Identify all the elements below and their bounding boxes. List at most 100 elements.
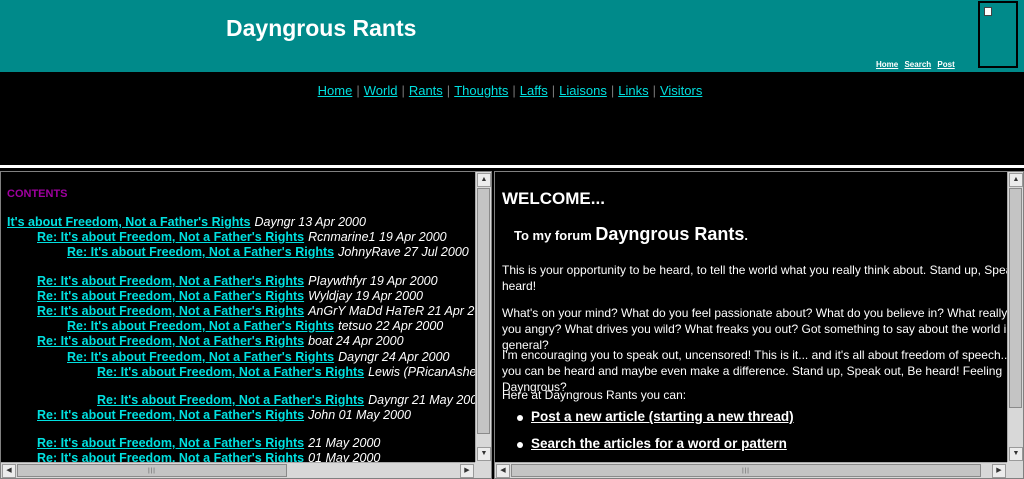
nav-bar: Home | World | Rants | Thoughts | Laffs | Liaisons… [0,72,1024,168]
nav-link-visitors[interactable]: Visitors [660,83,702,98]
nav-link-home[interactable]: Home [318,83,353,98]
scroll-left-icon[interactable]: ◀ [496,464,510,478]
thread-item: Re: It's about Freedom, Not a Father's R… [97,393,475,408]
options-intro: Here at Dayngrous Rants you can: [502,388,687,402]
thread-meta: JohnyRave 27 Jul 2000 [338,245,469,259]
thread-item: Re: It's about Freedom, Not a Father's R… [37,334,404,349]
thread-meta: John 01 May 2000 [308,408,411,422]
thread-meta: 21 May 2000 [308,436,381,450]
scroll-up-icon[interactable]: ▲ [1009,173,1023,187]
post-article-link[interactable]: Post a new article (starting a new threa… [531,409,794,424]
thread-link[interactable]: Re: It's about Freedom, Not a Father's R… [67,319,334,333]
contents-vertical-scrollbar[interactable]: ▲ ▼ [475,172,491,462]
thread-item: Re: It's about Freedom, Not a Father's R… [97,365,475,380]
scroll-thumb[interactable]: ||| [511,464,981,477]
option-item: Search the articles for a word or patter… [517,436,794,451]
thread-meta: Dayngr 21 May 2000 [368,393,475,407]
forum-name: Dayngrous Rants [595,224,745,244]
thread-link[interactable]: Re: It's about Freedom, Not a Father's R… [37,230,304,244]
thread-link[interactable]: Re: It's about Freedom, Not a Father's R… [37,436,304,450]
nav-link-rants[interactable]: Rants [409,83,443,98]
scroll-thumb[interactable] [477,188,490,434]
nav-link-laffs[interactable]: Laffs [520,83,548,98]
thread-link[interactable]: Re: It's about Freedom, Not a Father's R… [37,289,304,303]
header-links: Home Search Post [876,60,959,69]
thread-meta: Rcnmarine1 19 Apr 2000 [308,230,447,244]
bullet-icon [517,415,523,421]
bullet-icon [517,442,523,448]
questions-paragraph: What's on your mind? What do you feel pa… [502,306,1007,352]
option-item: Post a new article (starting a new threa… [517,409,794,424]
scroll-right-icon[interactable]: ▶ [992,464,1006,478]
broken-image-placeholder [978,1,1018,68]
thread-item: Re: It's about Freedom, Not a Father's R… [37,304,475,319]
thread-item: Re: It's about Freedom, Not a Father's R… [37,436,380,451]
thread-link[interactable]: Re: It's about Freedom, Not a Father's R… [67,245,334,259]
thread-link[interactable]: Re: It's about Freedom, Not a Father's R… [67,350,334,364]
thread-link[interactable]: Re: It's about Freedom, Not a Father's R… [97,365,364,379]
nav-link-liaisons[interactable]: Liaisons [559,83,607,98]
thread-meta: Wyldjay 19 Apr 2000 [308,289,423,303]
thread-link[interactable]: Re: It's about Freedom, Not a Father's R… [97,393,364,407]
header-link-post[interactable]: Post [937,60,954,69]
scroll-down-icon[interactable]: ▼ [1009,447,1023,461]
nav-menu: Home | World | Rants | Thoughts | Laffs | Liaisons… [317,83,703,98]
thread-link[interactable]: Re: It's about Freedom, Not a Father's R… [37,274,304,288]
welcome-content: WELCOME... To my forum Dayngrous Rants. … [495,172,1007,462]
thread-meta: boat 24 Apr 2000 [308,334,404,348]
thread-meta: 01 May 2000 [308,451,381,462]
welcome-heading: WELCOME... [502,189,605,208]
scroll-left-icon[interactable]: ◀ [2,464,16,478]
thread-meta: tetsuo 22 Apr 2000 [338,319,444,333]
header-link-search[interactable]: Search [904,60,931,69]
contents-frame[interactable]: CONTENTS It's about Freedom, Not a Fathe… [0,171,492,479]
welcome-sub-prefix: To my forum [514,228,592,243]
search-articles-link[interactable]: Search the articles for a word or patter… [531,436,787,451]
thread-item: Re: It's about Freedom, Not a Father's R… [37,451,380,462]
thread-meta: Lewis (PRicanAshe [368,365,475,379]
welcome-subheading: To my forum Dayngrous Rants. [514,224,748,245]
scroll-down-icon[interactable]: ▼ [477,447,491,461]
nav-link-world[interactable]: World [364,83,398,98]
thread-meta: AnGrY MaDd HaTeR 21 Apr 2000 [308,304,475,318]
thread-meta: PIaywthfyr 19 Apr 2000 [308,274,438,288]
site-title: Dayngrous Rants [226,15,417,41]
grip-icon: ||| [742,467,750,474]
welcome-horizontal-scrollbar[interactable]: ◀ ||| ▶ [495,462,1007,478]
thread-item: Re: It's about Freedom, Not a Father's R… [37,274,438,289]
options-list: Post a new article (starting a new threa… [517,409,794,462]
thread-item: Re: It's about Freedom, Not a Father's R… [37,230,447,245]
nav-link-links[interactable]: Links [618,83,648,98]
thread-meta: Dayngr 13 Apr 2000 [254,215,366,229]
broken-image-icon [984,7,992,16]
site-banner: Dayngrous Rants Home Search Post [0,0,1024,72]
thread-item: Re: It's about Freedom, Not a Father's R… [37,408,411,423]
scroll-corner [1007,462,1023,478]
thread-item: It's about Freedom, Not a Father's Right… [7,215,366,230]
welcome-sub-suffix: . [744,228,749,243]
intro-paragraph: This is your opportunity to be heard, to… [502,263,1007,293]
contents-list: CONTENTS It's about Freedom, Not a Fathe… [1,172,475,462]
thread-link[interactable]: It's about Freedom, Not a Father's Right… [7,215,250,229]
thread-link[interactable]: Re: It's about Freedom, Not a Father's R… [37,334,304,348]
thread-item: Re: It's about Freedom, Not a Father's R… [67,245,469,260]
thread-item: Re: It's about Freedom, Not a Father's R… [67,350,450,365]
thread-item: Re: It's about Freedom, Not a Father's R… [67,319,443,334]
thread-link[interactable]: Re: It's about Freedom, Not a Father's R… [37,408,304,422]
thread-item: Re: It's about Freedom, Not a Father's R… [37,289,423,304]
contents-heading: CONTENTS [7,188,68,200]
grip-icon: ||| [148,467,156,474]
scroll-thumb[interactable]: ||| [17,464,287,477]
contents-horizontal-scrollbar[interactable]: ◀ ||| ▶ [1,462,475,478]
header-link-home[interactable]: Home [876,60,898,69]
thread-meta: Dayngr 24 Apr 2000 [338,350,450,364]
thread-link[interactable]: Re: It's about Freedom, Not a Father's R… [37,304,304,318]
thread-link[interactable]: Re: It's about Freedom, Not a Father's R… [37,451,304,462]
nav-link-thoughts[interactable]: Thoughts [454,83,508,98]
scroll-up-icon[interactable]: ▲ [477,173,491,187]
welcome-frame[interactable]: WELCOME... To my forum Dayngrous Rants. … [494,171,1024,479]
scroll-thumb[interactable] [1009,188,1022,408]
scroll-right-icon[interactable]: ▶ [460,464,474,478]
welcome-vertical-scrollbar[interactable]: ▲ ▼ [1007,172,1023,462]
scroll-corner [475,462,491,478]
